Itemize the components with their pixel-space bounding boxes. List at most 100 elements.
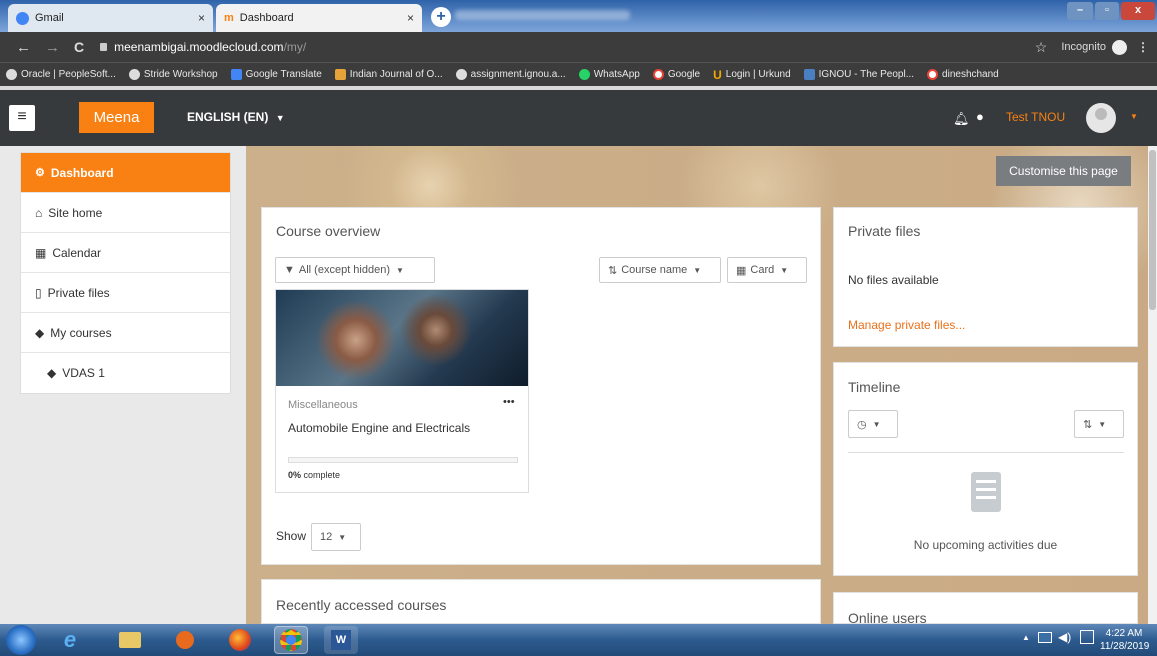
globe-icon [6, 69, 17, 80]
bookmark-star-icon[interactable]: ☆ [1035, 39, 1048, 56]
word-taskbar-icon[interactable]: W [324, 626, 358, 654]
tab-dashboard[interactable]: m Dashboard × [216, 4, 422, 32]
bookmark-item[interactable]: U Login | Urkund [713, 68, 791, 82]
flag-icon[interactable] [1038, 632, 1052, 643]
tab-gmail[interactable]: Gmail × [8, 4, 213, 32]
sidebar-item-dashboard[interactable]: ⚙ Dashboard [21, 153, 230, 193]
bookmark-item[interactable]: Google [652, 69, 701, 80]
forward-arrow-icon[interactable]: → [45, 39, 60, 56]
bookmark-item[interactable]: WhatsApp [578, 69, 640, 80]
course-name-link[interactable]: Automobile Engine and Electricals [288, 421, 470, 435]
network-icon[interactable] [1080, 630, 1094, 644]
file-icon: ▯ [35, 285, 42, 300]
private-files-block: Private files No files available Manage … [833, 207, 1138, 347]
address-bar-row: ← → C meenambigai.moodlecloud.com/my/ ☆ … [0, 32, 1157, 62]
bookmark-item[interactable]: assignment.ignou.a... [455, 69, 566, 80]
incognito-icon[interactable] [1112, 39, 1127, 55]
sidebar-item-label: Dashboard [50, 165, 114, 180]
block-title: Recently accessed courses [276, 597, 447, 613]
bookmark-label: IGNOU - The Peopl... [818, 69, 915, 80]
avatar[interactable] [1086, 103, 1116, 133]
close-tab-dashboard-icon[interactable]: × [407, 11, 414, 25]
course-card[interactable]: Miscellaneous ••• Automobile Engine and … [275, 289, 529, 493]
filter-dropdown[interactable]: ▼ All (except hidden) ▼ [275, 257, 435, 283]
sidebar-item-calendar[interactable]: ▦ Calendar [21, 233, 230, 273]
user-menu-chevron-icon[interactable]: ▼ [1130, 112, 1138, 121]
ie-taskbar-icon[interactable]: e [53, 626, 87, 654]
sidebar-item-label: Site home [48, 205, 103, 220]
bookmark-item[interactable]: dineshchand [927, 69, 999, 80]
block-title: Timeline [848, 379, 901, 395]
bookmark-item[interactable]: IGNOU - The Peopl... [803, 69, 915, 80]
site-name-button[interactable]: Meena [79, 102, 154, 133]
scrollbar-thumb[interactable] [1149, 150, 1156, 310]
grid-icon: ▦ [736, 264, 747, 277]
bookmark-label: Stride Workshop [143, 69, 218, 80]
firefox-taskbar-icon[interactable] [223, 626, 257, 654]
start-button[interactable] [6, 625, 36, 655]
show-count-value: 12 [320, 531, 333, 543]
sidebar-item-label: Calendar [52, 245, 102, 260]
chevron-down-icon: ▼ [396, 265, 404, 275]
customise-page-button[interactable]: Customise this page [996, 156, 1131, 186]
sort-dropdown[interactable]: ⇅ Course name ▼ [599, 257, 721, 283]
reload-icon[interactable]: C [74, 39, 84, 55]
bookmark-item[interactable]: Google Translate [230, 69, 322, 80]
sidebar-item-my-courses[interactable]: ◆ My courses [21, 313, 230, 353]
language-menu[interactable]: ENGLISH (EN) ▼ [187, 110, 285, 124]
show-label: Show [276, 529, 307, 543]
back-arrow-icon[interactable]: ← [16, 39, 31, 56]
bookmark-item[interactable]: Oracle | PeopleSoft... [6, 69, 116, 80]
maximize-button[interactable]: ▫ [1095, 2, 1119, 20]
bookmark-item[interactable]: Stride Workshop [128, 69, 218, 80]
tab-gmail-title: Gmail [35, 12, 64, 24]
progress-percent: 0% [288, 470, 302, 480]
timeline-sort-dropdown[interactable]: ⇅ ▼ [1074, 410, 1124, 438]
manage-files-link[interactable]: Manage private files... [848, 318, 965, 332]
ignou-icon [803, 69, 815, 80]
bookmark-label: Google [667, 69, 701, 80]
course-image [276, 290, 528, 386]
show-count-dropdown[interactable]: 12 ▼ [311, 523, 361, 551]
url-path: /my/ [283, 40, 307, 54]
sidebar-item-label: My courses [50, 325, 112, 340]
bookmark-item[interactable]: Indian Journal of O... [334, 69, 443, 80]
empty-list-icon [971, 472, 1001, 512]
block-title: Course overview [276, 223, 381, 239]
browser-tab-strip: Gmail × m Dashboard × + – ▫ x [0, 0, 1157, 32]
volume-icon[interactable]: ◀) [1058, 630, 1071, 644]
explorer-taskbar-icon[interactable] [113, 626, 147, 654]
hamburger-menu-icon[interactable]: ≡ [9, 105, 35, 131]
messages-icon[interactable]: ● [976, 109, 984, 124]
course-menu-icon[interactable]: ••• [503, 396, 515, 408]
sort-icon: ⇅ [1083, 418, 1093, 431]
chrome-taskbar-icon[interactable] [274, 626, 308, 654]
progress-text: 0% complete [288, 470, 340, 480]
progress-suffix: complete [301, 470, 341, 480]
taskbar-clock[interactable]: 4:22 AM 11/28/2019 [1100, 627, 1149, 653]
view-dropdown[interactable]: ▦ Card ▼ [727, 257, 807, 283]
notification-bell-icon[interactable]: 🔔︎ [953, 111, 970, 127]
language-label: ENGLISH (EN) [187, 110, 269, 124]
empty-message: No upcoming activities due [913, 538, 1058, 552]
url-input[interactable]: meenambigai.moodlecloud.com/my/ [114, 40, 306, 54]
sidebar-item-site-home[interactable]: ⌂ Site home [21, 193, 230, 233]
new-tab-button[interactable]: + [431, 7, 451, 27]
course-overview-block: Course overview ▼ All (except hidden) ▼ … [261, 207, 821, 565]
user-name[interactable]: Test TNOU [1006, 110, 1065, 124]
close-tab-gmail-icon[interactable]: × [198, 11, 205, 25]
menu-kebab-icon[interactable]: ⋮ [1137, 40, 1149, 54]
sort-label: Course name [621, 264, 688, 276]
sidebar-item-private-files[interactable]: ▯ Private files [21, 273, 230, 313]
timeline-filter-dropdown[interactable]: ◷ ▼ [848, 410, 898, 438]
minimize-button[interactable]: – [1067, 2, 1093, 20]
tray-expand-icon[interactable]: ▲ [1022, 633, 1030, 642]
media-player-taskbar-icon[interactable] [168, 626, 202, 654]
close-window-button[interactable]: x [1121, 2, 1155, 20]
page-scrollbar[interactable] [1148, 146, 1157, 624]
bookmark-label: dineshchand [942, 69, 999, 80]
block-title: Private files [848, 223, 921, 239]
sidebar-item-vdas1[interactable]: ◆ VDAS 1 [21, 353, 230, 393]
filter-icon: ▼ [284, 264, 295, 276]
globe-icon [128, 69, 140, 80]
